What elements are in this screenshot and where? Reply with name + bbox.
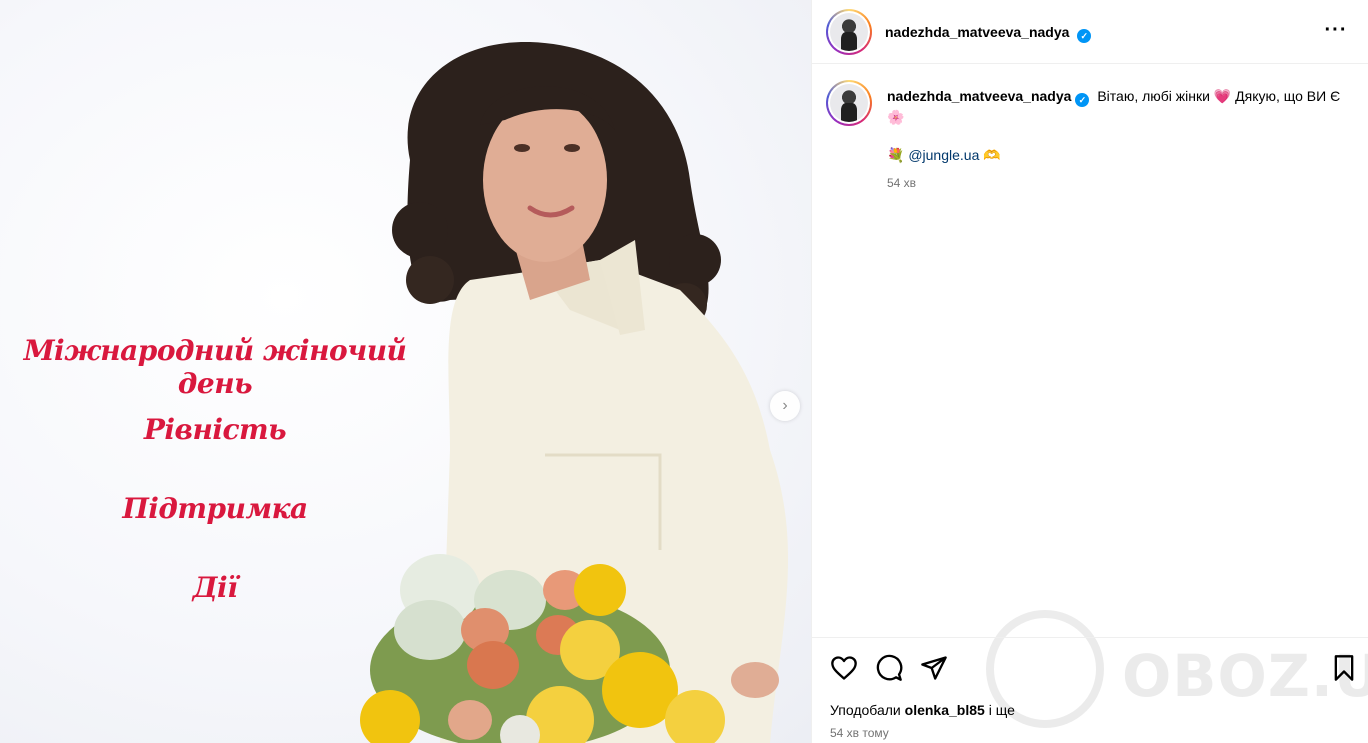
liked-by-prefix: Уподобали: [830, 702, 901, 718]
chevron-right-icon: ›: [782, 397, 788, 414]
caption-author-avatar[interactable]: [826, 80, 872, 126]
heart-hands-emoji: 🫶: [983, 147, 1001, 163]
post-header: nadezhda_matveeva_nadya ✓ ···: [812, 0, 1368, 64]
post-caption: nadezhda_matveeva_nadya ✓ Вітаю, любі жін…: [887, 86, 1347, 128]
bookmark-icon[interactable]: [1330, 654, 1358, 682]
liked-by-line: Уподобали olenka_bl85 і ще: [830, 702, 1015, 718]
verified-icon: ✓: [1075, 93, 1090, 107]
bouquet-emoji: 💐: [887, 147, 905, 163]
author-username-link[interactable]: nadezhda_matveeva_nadya ✓: [885, 24, 1092, 43]
post-media[interactable]: Міжнародний жіночий день Рівність Підтри…: [0, 0, 811, 743]
caption-timestamp[interactable]: 54 хв: [887, 176, 916, 190]
heart-icon[interactable]: [830, 654, 858, 682]
author-username: nadezhda_matveeva_nadya: [885, 24, 1070, 40]
post-timestamp[interactable]: 54 хв тому: [830, 726, 889, 740]
comment-icon[interactable]: [875, 654, 903, 682]
caption-username-link[interactable]: nadezhda_matveeva_nadya ✓: [887, 88, 1090, 107]
next-slide-button[interactable]: ›: [770, 391, 800, 421]
caption-mention-line: 💐 @jungle.ua 🫶: [887, 147, 1001, 164]
share-icon[interactable]: [920, 654, 948, 682]
mention-link[interactable]: @jungle.ua: [908, 147, 979, 163]
more-icon: ···: [1324, 19, 1348, 41]
author-avatar[interactable]: [826, 9, 872, 55]
more-options-button[interactable]: ···: [1324, 20, 1348, 44]
liked-by-suffix[interactable]: і ще: [989, 702, 1015, 718]
post-actions: Уподобали olenka_bl85 і ще 54 хв тому: [812, 637, 1368, 743]
post-sidebar: nadezhda_matveeva_nadya ✓ ··· nadezhda_m…: [811, 0, 1368, 743]
woman-with-bouquet-photo: [360, 41, 789, 743]
verified-icon: ✓: [1077, 29, 1092, 43]
liked-by-user-link[interactable]: olenka_bl85: [905, 702, 985, 718]
